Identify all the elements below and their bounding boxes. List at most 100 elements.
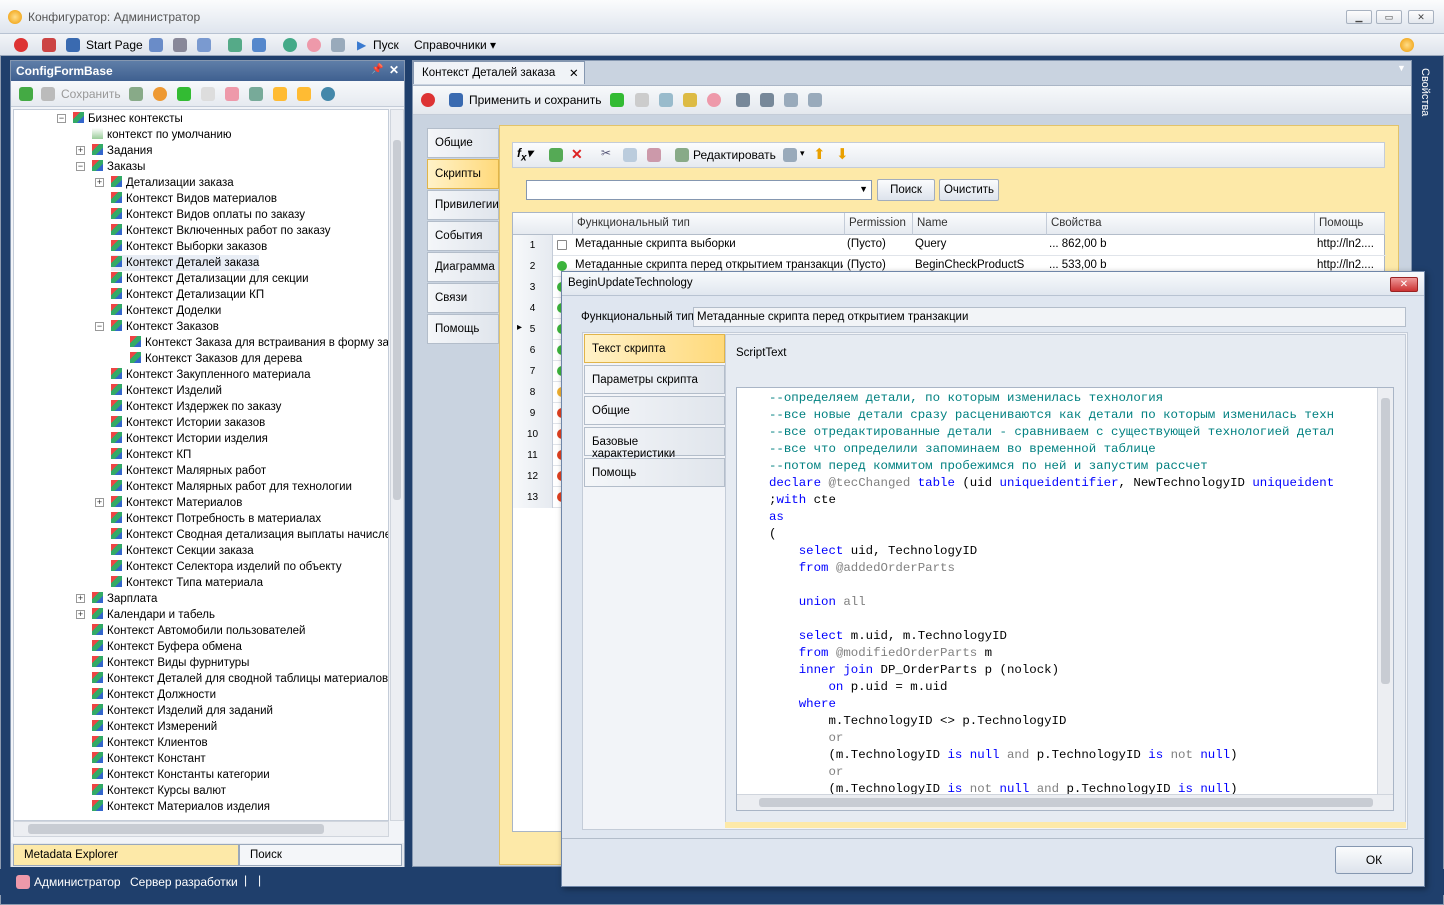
tree-node[interactable]: Контекст Курсы валют: [92, 783, 226, 799]
start-page-button[interactable]: Start Page: [86, 37, 143, 53]
tree-node[interactable]: Контекст Автомобили пользователей: [92, 623, 305, 639]
tool-icon-i[interactable]: [808, 93, 822, 107]
settings-icon[interactable]: [1400, 38, 1414, 52]
expand-icon[interactable]: +: [76, 146, 85, 155]
tab-search[interactable]: Поиск: [239, 844, 402, 866]
expand-icon[interactable]: +: [76, 594, 85, 603]
tree-node[interactable]: Контекст Включенных работ по заказу: [111, 223, 330, 239]
tree-node[interactable]: Контекст Селектора изделий по объекту: [111, 559, 342, 575]
gear-icon[interactable]: [307, 38, 321, 52]
key-icon[interactable]: [683, 93, 697, 107]
script-editor[interactable]: --определяем детали, по которым изменила…: [736, 387, 1394, 811]
close-panel-icon[interactable]: ✕: [389, 63, 399, 77]
tree-node[interactable]: Контекст Видов оплаты по заказу: [111, 207, 305, 223]
tree-node[interactable]: Контекст Материалов изделия: [92, 799, 270, 815]
dialog-tab[interactable]: Базовые характеристики: [584, 427, 725, 460]
stop-icon[interactable]: [14, 38, 28, 52]
metadata-tree[interactable]: − Бизнес контексты контекст по умолчанию + З…: [13, 109, 389, 821]
tree-node[interactable]: Контекст Заказов для дерева: [130, 351, 302, 367]
tree-node[interactable]: Контекст Виды фурнитуры: [92, 655, 249, 671]
move-up-icon[interactable]: ⬆: [813, 145, 826, 163]
tree-node[interactable]: Контекст Малярных работ для технологии: [111, 479, 352, 495]
tree-node[interactable]: Контекст Должности: [92, 687, 216, 703]
tool-icon-h[interactable]: [784, 93, 798, 107]
collapse-icon[interactable]: −: [57, 114, 66, 123]
collapse-icon[interactable]: −: [95, 322, 104, 331]
function-icon[interactable]: fx▾: [517, 146, 533, 163]
column-header[interactable]: Функциональный тип: [573, 213, 845, 235]
tree-node[interactable]: Контекст Измерений: [92, 719, 217, 735]
expand-icon[interactable]: +: [95, 498, 104, 507]
tree-node[interactable]: Контекст Деталей заказа: [111, 255, 260, 271]
tool-icon-4[interactable]: [228, 38, 242, 52]
expand-icon[interactable]: +: [76, 610, 85, 619]
users-icon[interactable]: [331, 38, 345, 52]
tree-node[interactable]: + Зарплата: [76, 591, 157, 607]
tree-hscroll[interactable]: [13, 821, 389, 837]
tree-node[interactable]: + Детализации заказа: [95, 175, 234, 191]
tree-node[interactable]: Контекст Секции заказа: [111, 543, 254, 559]
arrow-down-icon[interactable]: [297, 87, 311, 101]
save-icon-doc[interactable]: [449, 93, 463, 107]
tree-node[interactable]: + Задания: [76, 143, 152, 159]
tree-vscroll[interactable]: [390, 109, 404, 821]
tool-icon-2[interactable]: [173, 38, 187, 52]
tab-metadata-explorer[interactable]: Metadata Explorer: [13, 844, 239, 866]
code-vscroll[interactable]: [1377, 388, 1393, 794]
cut-icon[interactable]: ✂: [601, 146, 611, 160]
side-tab[interactable]: Скрипты: [427, 159, 499, 189]
table-row[interactable]: 1 Метаданные скрипта выборки (Пусто) Query.…: [513, 235, 1386, 256]
tree-node[interactable]: Контекст Истории изделия: [111, 431, 268, 447]
check-icon[interactable]: [610, 93, 624, 107]
collapse-icon[interactable]: −: [76, 162, 85, 171]
edit-button[interactable]: Редактировать: [693, 148, 776, 162]
tree-node[interactable]: − Заказы: [76, 159, 145, 175]
tree-node[interactable]: − Контекст Заказов: [95, 319, 219, 335]
dropdown-arrow-icon[interactable]: ▼: [1397, 63, 1406, 73]
delete-icon[interactable]: ✕: [571, 146, 583, 163]
edit-icon[interactable]: [675, 148, 689, 162]
clear-button[interactable]: Очистить: [939, 179, 999, 201]
tree-node[interactable]: Контекст Константы категории: [92, 767, 270, 783]
arrow-right-icon[interactable]: [273, 87, 287, 101]
tree-node[interactable]: Контекст Истории заказов: [111, 415, 265, 431]
search-button[interactable]: Поиск: [877, 179, 935, 201]
dialog-tab[interactable]: Общие: [584, 396, 725, 425]
tree-node[interactable]: Контекст Заказа для встраивания в форму …: [130, 335, 388, 351]
references-menu[interactable]: Справочники ▾: [414, 37, 496, 53]
side-tab[interactable]: События: [427, 221, 499, 251]
add-row-icon[interactable]: [549, 148, 563, 162]
maximize-button[interactable]: ▭: [1376, 10, 1402, 24]
apply-save-button[interactable]: Применить и сохранить: [469, 93, 601, 107]
tool-icon-c[interactable]: [225, 87, 239, 101]
tool-icon-e[interactable]: [635, 93, 649, 107]
chevron-down-icon[interactable]: ▾: [800, 148, 805, 159]
tree-node[interactable]: + Контекст Материалов: [95, 495, 242, 511]
tree-node[interactable]: Контекст Малярных работ: [111, 463, 266, 479]
dialog-tab[interactable]: Помощь: [584, 458, 725, 487]
column-header[interactable]: Помощь: [1315, 213, 1385, 235]
dialog-tab[interactable]: Текст скрипта: [584, 334, 725, 363]
close-window-button[interactable]: ✕: [1408, 10, 1434, 24]
folder-icon[interactable]: [201, 87, 215, 101]
save-button[interactable]: Сохранить: [61, 87, 121, 101]
refresh-icon[interactable]: [19, 87, 33, 101]
play-icon[interactable]: ▶: [357, 38, 366, 52]
close-tab-icon[interactable]: ✕: [569, 66, 579, 80]
sql-icon-1[interactable]: [736, 93, 750, 107]
combo-arrow-icon[interactable]: ▼: [859, 184, 868, 194]
tree-node[interactable]: Контекст КП: [111, 447, 191, 463]
move-down-icon[interactable]: ⬇: [836, 145, 849, 163]
code-hscroll[interactable]: [737, 794, 1393, 810]
tree-node[interactable]: Контекст Сводная детализация выплаты нач…: [111, 527, 388, 543]
tree-node[interactable]: Контекст Изделий: [111, 383, 222, 399]
document-tab[interactable]: Контекст Деталей заказа ✕: [413, 61, 585, 84]
run-button[interactable]: Пуск: [373, 37, 399, 53]
side-tab[interactable]: Общие: [427, 128, 499, 158]
globe-icon[interactable]: [283, 38, 297, 52]
tree-node[interactable]: контекст по умолчанию: [92, 127, 232, 143]
tool-icon-b[interactable]: [153, 87, 167, 101]
side-tab[interactable]: Привилегии: [427, 190, 499, 220]
tool-icon-a[interactable]: [129, 87, 143, 101]
side-tab[interactable]: Связи: [427, 283, 499, 313]
